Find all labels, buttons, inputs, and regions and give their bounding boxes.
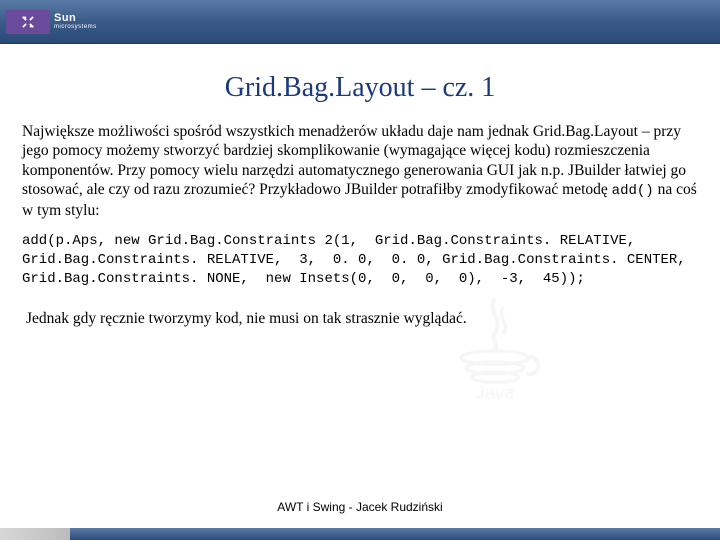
paragraph-1-code: add() — [612, 183, 654, 199]
sun-logo-icon — [19, 13, 37, 31]
brand-name: Sun — [54, 13, 97, 24]
slide: Sun microsystems Grid.Bag.Layout – cz. 1… — [0, 0, 720, 540]
slide-body: Największe możliwości spośród wszystkich… — [0, 122, 720, 500]
paragraph-1-pre: Największe możliwości spośród wszystkich… — [22, 123, 686, 198]
brand-sub: microsystems — [54, 24, 97, 30]
footer-text: AWT i Swing - Jacek Rudziński — [0, 500, 720, 528]
slide-title: Grid.Bag.Layout – cz. 1 — [0, 72, 720, 104]
sun-logo — [6, 10, 50, 34]
footer-bar — [0, 528, 720, 540]
paragraph-1: Największe możliwości spośród wszystkich… — [22, 122, 698, 220]
brand-text: Sun microsystems — [50, 13, 97, 30]
header-bar: Sun microsystems — [0, 0, 720, 44]
code-sample: add(p.Aps, new Grid.Bag.Constraints 2(1,… — [22, 232, 698, 289]
paragraph-2: Jednak gdy ręcznie tworzymy kod, nie mus… — [22, 309, 698, 328]
